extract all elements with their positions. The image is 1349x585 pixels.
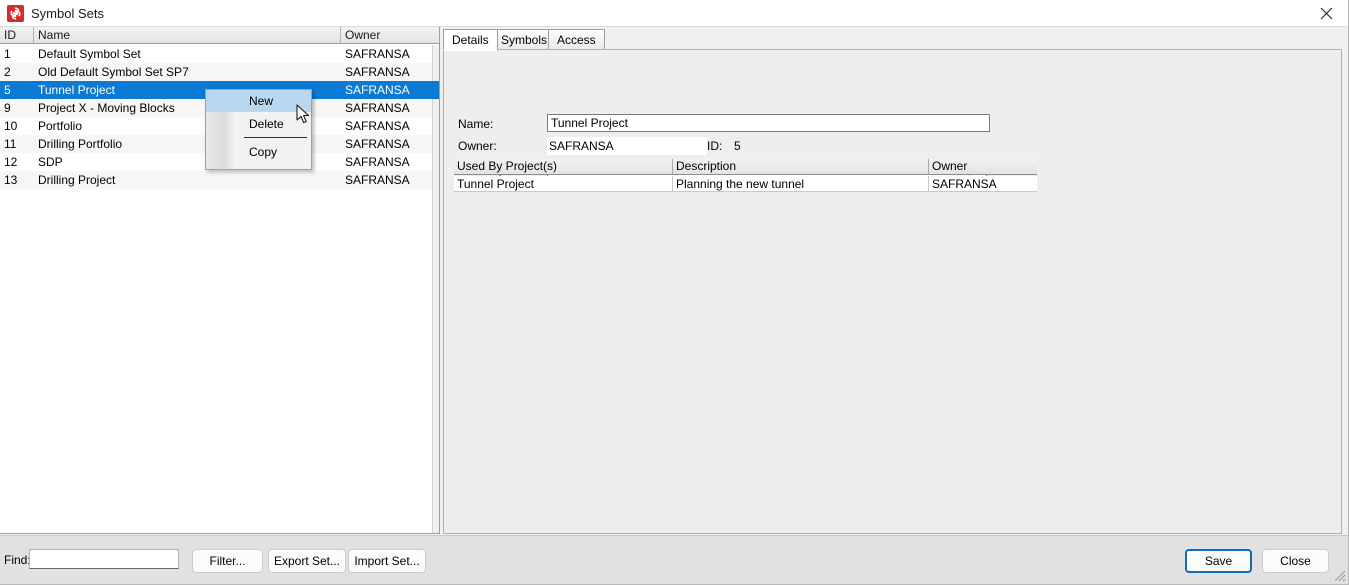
app-logo-icon (7, 5, 24, 22)
column-header-used-by-project[interactable]: Used By Project(s) (454, 159, 673, 174)
column-header-owner[interactable]: Owner (341, 27, 431, 43)
resize-grip[interactable] (1332, 568, 1346, 582)
table-row[interactable]: 1 Default Symbol Set SAFRANSA (0, 45, 432, 63)
filter-button[interactable]: Filter... (192, 549, 263, 573)
cell-id: 5 (4, 83, 11, 97)
cell-owner: SAFRANSA (345, 83, 410, 97)
owner-label: Owner: (458, 139, 497, 153)
cell-name: Old Default Symbol Set SP7 (38, 65, 189, 79)
title-bar: Symbol Sets (0, 0, 1348, 27)
context-menu-item-copy[interactable]: Copy (206, 141, 311, 163)
window-title: Symbol Sets (31, 6, 104, 21)
cell-id: 12 (4, 155, 18, 169)
cell-owner: SAFRANSA (345, 137, 410, 151)
list-right-gutter (432, 45, 439, 533)
column-header-description[interactable]: Description (673, 159, 929, 174)
cell-description: Planning the new tunnel (673, 176, 929, 192)
id-label: ID: (707, 139, 723, 153)
find-label: Find: (4, 553, 31, 567)
context-menu: New Delete Copy (205, 89, 312, 170)
close-icon (1320, 7, 1333, 20)
context-menu-item-delete[interactable]: Delete (206, 113, 311, 135)
cell-name: Default Symbol Set (38, 47, 141, 61)
cell-owner: SAFRANSA (345, 119, 410, 133)
import-set-button[interactable]: Import Set... (348, 549, 426, 573)
cell-id: 11 (4, 137, 17, 151)
cell-id: 9 (4, 101, 11, 115)
list-column-headers: ID Name Owner (0, 27, 439, 44)
find-input[interactable] (29, 549, 179, 569)
cell-name: Drilling Project (38, 173, 116, 187)
context-menu-separator (244, 137, 307, 138)
table-row[interactable]: Tunnel Project Planning the new tunnel S… (454, 176, 1037, 192)
symbol-sets-window: Symbol Sets ID Name Owner 1 Default Symbo… (0, 0, 1349, 585)
save-button[interactable]: Save (1185, 549, 1252, 573)
close-window-button[interactable] (1304, 0, 1348, 27)
cell-id: 2 (4, 65, 11, 79)
table-row[interactable]: 13 Drilling Project SAFRANSA (0, 171, 432, 189)
column-header-owner[interactable]: Owner (929, 159, 1037, 174)
tab-details[interactable]: Details (443, 29, 498, 51)
details-panel: Details Symbols Access Name: Tunnel Proj… (443, 27, 1342, 534)
cell-owner: SAFRANSA (345, 65, 410, 79)
used-by-column-headers: Used By Project(s) Description Owner (454, 159, 1037, 175)
cell-owner: SAFRANSA (932, 177, 997, 191)
details-tab-content: Name: Tunnel Project Owner: SAFRANSA ID:… (443, 49, 1342, 534)
table-row[interactable]: 2 Old Default Symbol Set SP7 SAFRANSA (0, 63, 432, 81)
column-header-id[interactable]: ID (0, 27, 34, 43)
column-header-filler (431, 27, 439, 43)
column-header-name[interactable]: Name (34, 27, 341, 43)
cell-owner: SAFRANSA (345, 173, 410, 187)
cell-owner: SAFRANSA (345, 155, 410, 169)
list-right-gutter-selection (432, 81, 439, 99)
name-input[interactable]: Tunnel Project (547, 114, 990, 132)
tab-access[interactable]: Access (548, 29, 605, 50)
close-button[interactable]: Close (1262, 549, 1329, 573)
export-set-button[interactable]: Export Set... (268, 549, 346, 573)
cell-id: 13 (4, 173, 18, 187)
owner-value: SAFRANSA (547, 137, 707, 155)
id-value: 5 (734, 139, 741, 153)
cell-owner: SAFRANSA (345, 47, 410, 61)
tab-symbols[interactable]: Symbols (492, 29, 557, 50)
cell-project: Tunnel Project (454, 176, 673, 192)
name-label: Name: (458, 117, 494, 131)
cell-id: 10 (4, 119, 18, 133)
cell-id: 1 (4, 47, 11, 61)
context-menu-item-new[interactable]: New (206, 90, 311, 112)
tab-strip: Details Symbols Access (443, 29, 1342, 51)
cell-owner: SAFRANSA (345, 101, 410, 115)
used-by-projects-table: Used By Project(s) Description Owner Tun… (454, 159, 1037, 195)
